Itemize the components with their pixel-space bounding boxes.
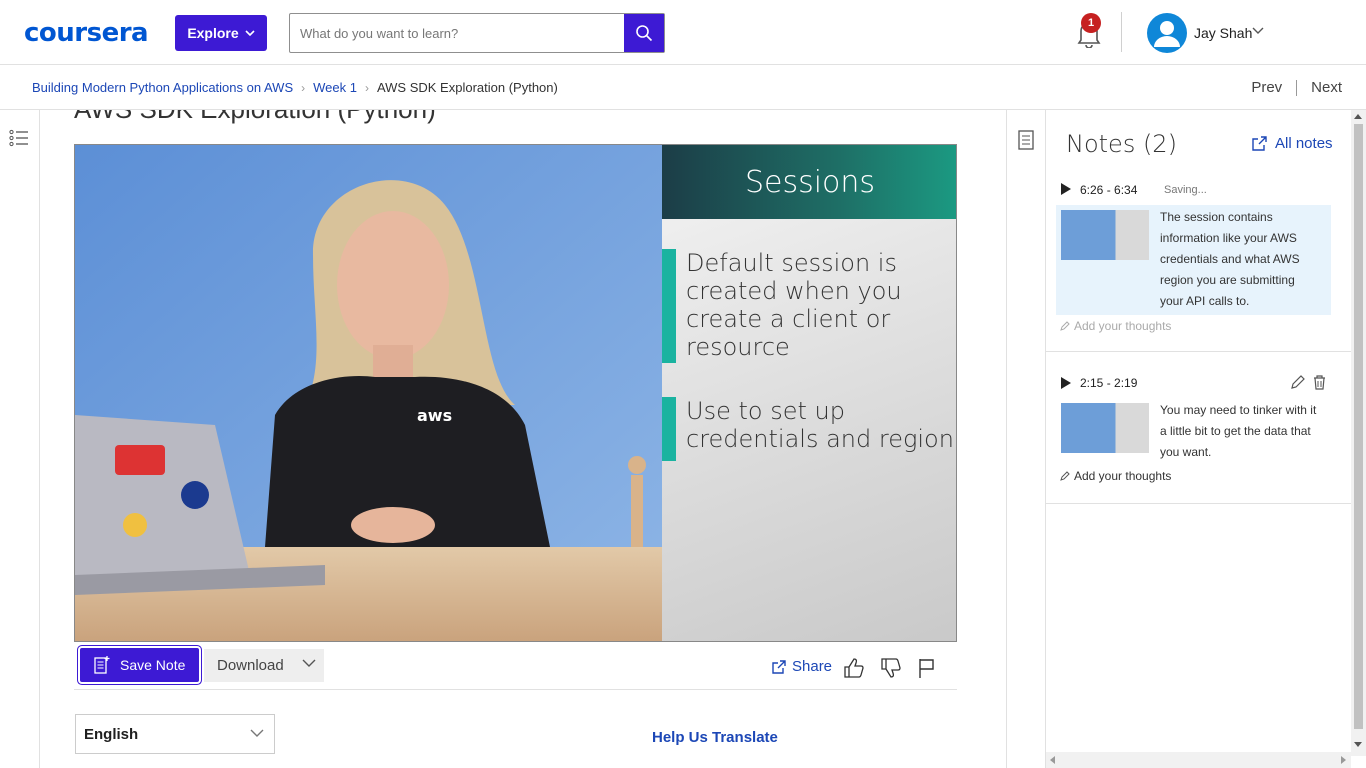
note-thumbnail bbox=[1061, 403, 1149, 453]
note-item: 2:15 - 2:19 You may need to tinker with … bbox=[1046, 352, 1351, 504]
prev-button[interactable]: Prev bbox=[1251, 79, 1282, 96]
prev-next-nav: Prev Next bbox=[1251, 79, 1342, 96]
notes-rail bbox=[1006, 110, 1046, 768]
slide-title: Sessions bbox=[662, 145, 956, 219]
breadcrumb-week[interactable]: Week 1 bbox=[313, 80, 357, 95]
note-status: Saving... bbox=[1164, 184, 1207, 196]
pencil-icon bbox=[1060, 471, 1070, 481]
chevron-right-icon: › bbox=[364, 80, 369, 95]
slide-bullet-text: Default session is created when you crea… bbox=[686, 249, 902, 361]
note-timestamp[interactable]: 2:15 - 2:19 bbox=[1080, 376, 1137, 390]
add-thoughts-label: Add your thoughts bbox=[1074, 319, 1172, 333]
slide-bullet: Default session is created when you crea… bbox=[662, 249, 956, 365]
all-notes-label: All notes bbox=[1275, 135, 1333, 152]
search-input[interactable] bbox=[290, 14, 624, 52]
help-translate-link[interactable]: Help Us Translate bbox=[652, 729, 778, 746]
chevron-right-icon: › bbox=[301, 80, 306, 95]
share-label: Share bbox=[792, 658, 833, 675]
page-title: AWS SDK Exploration (Python) bbox=[74, 110, 436, 125]
edit-icon[interactable] bbox=[1291, 375, 1305, 389]
bullet-bar bbox=[662, 249, 676, 363]
presenter-image: aws bbox=[75, 145, 662, 641]
breadcrumb: Building Modern Python Applications on A… bbox=[32, 80, 558, 95]
notification-badge: 1 bbox=[1081, 13, 1101, 33]
language-select[interactable]: English bbox=[75, 714, 275, 754]
save-note-label: Save Note bbox=[120, 657, 186, 673]
user-name[interactable]: Jay Shah bbox=[1194, 25, 1252, 41]
top-header: coursera Explore 1 Jay Shah bbox=[0, 0, 1366, 65]
play-icon[interactable] bbox=[1060, 182, 1072, 196]
user-avatar[interactable] bbox=[1147, 13, 1187, 53]
scroll-left-icon[interactable] bbox=[1050, 756, 1055, 764]
scroll-right-icon[interactable] bbox=[1341, 756, 1346, 764]
search-button[interactable] bbox=[624, 14, 664, 52]
bullet-bar bbox=[662, 397, 676, 461]
download-label: Download bbox=[217, 657, 284, 674]
scroll-down-icon[interactable] bbox=[1354, 742, 1362, 747]
scroll-up-icon[interactable] bbox=[1354, 114, 1362, 119]
left-rail bbox=[0, 110, 40, 768]
video-actions-bar: Save Note Download Share bbox=[74, 646, 957, 690]
note-text: The session contains information like yo… bbox=[1160, 210, 1300, 308]
language-value: English bbox=[84, 725, 139, 743]
thumbs-up-icon[interactable] bbox=[843, 657, 865, 679]
vertical-scrollbar[interactable] bbox=[1351, 110, 1366, 756]
search-bar bbox=[289, 13, 665, 53]
note-item: 6:26 - 6:34 Saving... The session contai… bbox=[1046, 172, 1351, 352]
breadcrumb-current: AWS SDK Exploration (Python) bbox=[376, 80, 558, 95]
note-tools bbox=[1291, 375, 1326, 390]
notes-title: Notes (2) bbox=[1066, 130, 1177, 158]
download-dropdown[interactable]: Download bbox=[204, 649, 324, 682]
all-notes-link[interactable]: All notes bbox=[1252, 135, 1333, 152]
slide-bullet: Use to set up credentials and region bbox=[662, 397, 956, 461]
shirt-logo: aws bbox=[417, 406, 452, 425]
chevron-down-icon bbox=[250, 729, 264, 737]
external-link-icon bbox=[1252, 136, 1267, 151]
add-thoughts-button[interactable]: Add your thoughts bbox=[1060, 319, 1171, 333]
nav-divider bbox=[1296, 79, 1298, 96]
note-thumbnail bbox=[1061, 210, 1149, 260]
presentation-slide: Sessions Default session is created when… bbox=[662, 145, 956, 641]
pencil-icon bbox=[1060, 321, 1070, 331]
note-timestamp[interactable]: 6:26 - 6:34 bbox=[1080, 183, 1137, 197]
main-content: AWS SDK Exploration (Python) aws bbox=[41, 110, 1005, 768]
chevron-down-icon bbox=[302, 659, 316, 667]
scrollbar-thumb[interactable] bbox=[1354, 124, 1363, 729]
chevron-down-icon[interactable] bbox=[1252, 27, 1264, 35]
share-icon bbox=[772, 659, 786, 674]
breadcrumb-course[interactable]: Building Modern Python Applications on A… bbox=[32, 80, 293, 95]
notes-icon[interactable] bbox=[1018, 130, 1034, 150]
play-icon[interactable] bbox=[1060, 376, 1072, 390]
user-icon bbox=[1154, 21, 1180, 47]
note-content[interactable]: The session contains information like yo… bbox=[1056, 205, 1331, 315]
note-content[interactable]: You may need to tinker with it a little … bbox=[1056, 398, 1331, 464]
horizontal-scrollbar[interactable] bbox=[1046, 752, 1351, 768]
share-button[interactable]: Share bbox=[772, 658, 832, 675]
thumbs-down-icon[interactable] bbox=[880, 657, 902, 679]
flag-icon[interactable] bbox=[916, 657, 938, 679]
explore-button[interactable]: Explore bbox=[175, 15, 267, 51]
notes-panel: Notes (2) All notes 6:26 - 6:34 Saving..… bbox=[1046, 110, 1351, 756]
slide-bullet-text: Use to set up credentials and region bbox=[686, 397, 954, 453]
chevron-down-icon bbox=[245, 30, 255, 36]
trash-icon[interactable] bbox=[1313, 375, 1326, 390]
add-thoughts-button[interactable]: Add your thoughts bbox=[1060, 469, 1171, 483]
coursera-logo[interactable]: coursera bbox=[24, 18, 149, 48]
note-add-icon bbox=[94, 656, 110, 674]
add-thoughts-label: Add your thoughts bbox=[1074, 469, 1172, 483]
breadcrumb-bar: Building Modern Python Applications on A… bbox=[0, 65, 1366, 110]
search-icon bbox=[636, 25, 653, 42]
save-note-button[interactable]: Save Note bbox=[80, 648, 199, 682]
next-button[interactable]: Next bbox=[1311, 79, 1342, 96]
explore-label: Explore bbox=[187, 25, 239, 41]
table-of-contents-icon[interactable] bbox=[9, 129, 29, 147]
video-player[interactable]: aws Sessions Default session is created … bbox=[74, 144, 957, 642]
note-text: You may need to tinker with it a little … bbox=[1160, 403, 1317, 459]
header-divider bbox=[1121, 12, 1122, 52]
